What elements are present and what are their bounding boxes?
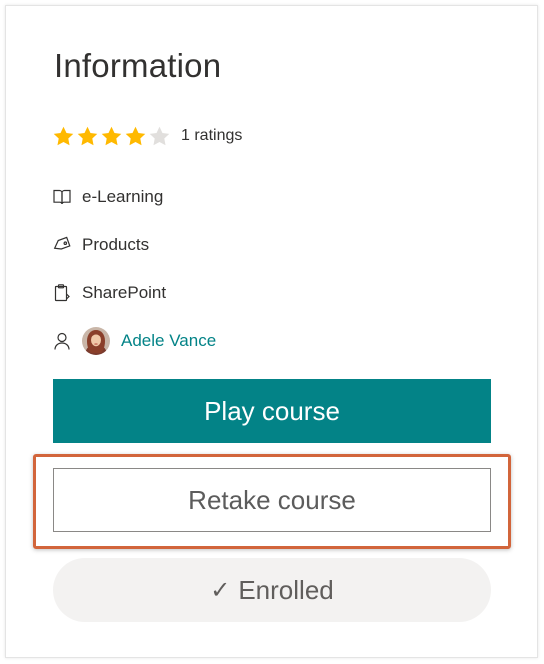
author-row: Adele Vance <box>52 327 216 355</box>
section-title: Information <box>54 47 222 84</box>
author-link[interactable]: Adele Vance <box>121 331 216 351</box>
course-info-card: Information 1 ratings e-Learning Product… <box>5 5 538 658</box>
star-icon <box>101 126 122 145</box>
star-icon <box>53 126 74 145</box>
enrolled-label: Enrolled <box>238 574 334 605</box>
enrolled-status: ✓ Enrolled <box>53 558 491 622</box>
star-icon <box>125 126 146 145</box>
tag-icon <box>53 236 71 250</box>
format-label: e-Learning <box>82 187 164 206</box>
rating-row: 1 ratings <box>52 122 242 150</box>
person-icon <box>54 332 70 350</box>
star-empty-icon <box>149 126 170 145</box>
format-row: e-Learning <box>52 183 163 211</box>
retake-course-button[interactable]: Retake course <box>53 468 491 532</box>
category-label: Products <box>82 235 150 254</box>
product-row: SharePoint <box>52 279 166 307</box>
clipboard-icon <box>54 284 70 302</box>
play-course-button[interactable]: Play course <box>53 379 491 443</box>
category-row: Products <box>52 231 149 259</box>
product-label: SharePoint <box>82 283 167 302</box>
book-icon <box>53 189 71 205</box>
rating-count: 1 ratings <box>181 127 243 144</box>
checkmark-icon: ✓ <box>210 576 231 604</box>
star-icon <box>77 126 98 145</box>
avatar <box>82 327 110 355</box>
